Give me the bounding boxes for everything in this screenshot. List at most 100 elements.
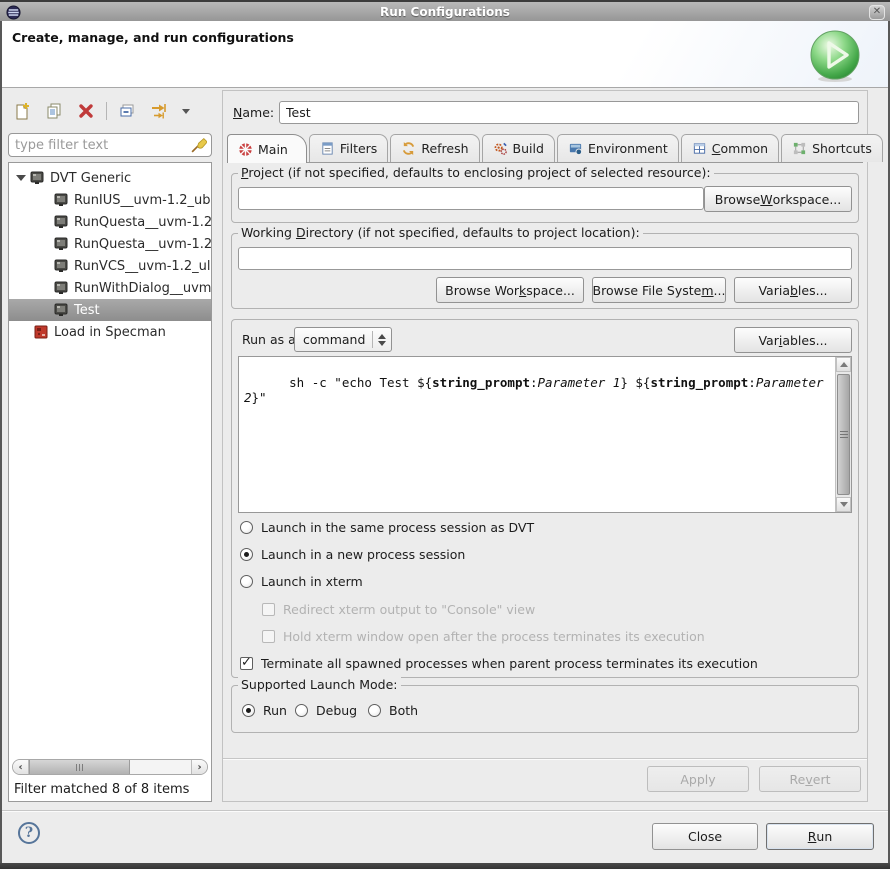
name-input[interactable]	[279, 101, 859, 124]
run-as-combo[interactable]: command	[294, 327, 392, 352]
tab-label: Filters	[340, 141, 377, 156]
revert-button[interactable]: Revert	[759, 766, 861, 792]
command-editor[interactable]: sh -c "echo Test ${string_prompt:Paramet…	[238, 356, 852, 513]
run-as-label: Run as a	[242, 332, 296, 347]
config-icon	[54, 259, 68, 273]
main-tab-icon	[238, 142, 253, 157]
workdir-browse-workspace-button[interactable]: Browse Workspace...	[436, 277, 584, 303]
tree-item[interactable]: RunIUS__uvm-1.2_ub	[9, 189, 211, 211]
checkbox-hold-xterm: Hold xterm window open after the process…	[262, 629, 705, 644]
footer-separator	[2, 810, 888, 811]
scroll-right-icon[interactable]: ›	[191, 760, 207, 774]
apply-button[interactable]: Apply	[647, 766, 749, 792]
tab-label: Main	[258, 142, 288, 157]
tab-build[interactable]: Build	[482, 134, 555, 162]
config-icon	[54, 281, 68, 295]
shortcuts-tab-icon	[792, 141, 807, 156]
config-icon	[54, 237, 68, 251]
run-configurations-icon	[808, 29, 862, 83]
command-variable: string_prompt	[650, 375, 748, 390]
filter-launch-configurations-icon[interactable]	[147, 99, 171, 123]
tab-refresh[interactable]: Refresh	[390, 134, 479, 162]
tab-label: Build	[513, 141, 544, 156]
editor-vertical-scrollbar[interactable]	[835, 357, 851, 512]
tree-item-load-in-specman[interactable]: Load in Specman	[9, 321, 211, 343]
title-bar[interactable]: Run Configurations ✕	[0, 0, 890, 21]
toolbar-menu-chevron-icon[interactable]	[179, 99, 193, 123]
tab-environment[interactable]: Environment	[557, 134, 679, 162]
new-configuration-icon[interactable]	[10, 99, 34, 123]
config-icon	[54, 303, 68, 317]
tree-item[interactable]: RunQuesta__uvm-1.2	[9, 233, 211, 255]
launch-mode-group-label: Supported Launch Mode:	[238, 677, 401, 692]
radio-launch-new-session[interactable]: Launch in a new process session	[240, 547, 465, 562]
close-window-icon[interactable]: ✕	[869, 5, 885, 20]
working-directory-group-label: Working Directory (if not specified, def…	[238, 225, 643, 240]
filter-field-wrap	[8, 133, 212, 157]
working-directory-group: Working Directory (if not specified, def…	[231, 233, 859, 309]
scrollbar-thumb[interactable]	[837, 374, 850, 495]
panel-separator	[223, 758, 867, 759]
project-input[interactable]	[238, 187, 704, 210]
command-text: :	[530, 375, 538, 390]
radio-mode-both[interactable]: Both	[368, 703, 418, 718]
scroll-down-icon[interactable]	[836, 497, 851, 512]
tab-label: Common	[712, 141, 768, 156]
working-directory-input[interactable]	[238, 247, 852, 270]
close-button[interactable]: Close	[652, 823, 758, 850]
scrollbar-thumb[interactable]	[29, 760, 130, 774]
tree-item-label: RunWithDialog__uvm	[74, 281, 211, 296]
combo-spinner-icon[interactable]	[373, 334, 391, 346]
scroll-up-icon[interactable]	[836, 357, 851, 372]
configuration-detail-panel: Name: Main Filters Refresh	[222, 90, 868, 802]
workdir-variables-button[interactable]: Variables...	[734, 277, 852, 303]
workdir-browse-filesystem-button[interactable]: Browse File System...	[592, 277, 726, 303]
config-icon	[54, 193, 68, 207]
radio-label: Run	[263, 703, 287, 718]
clear-filter-broom-icon[interactable]	[190, 137, 207, 154]
command-text: }"	[252, 390, 267, 405]
checkbox-label: Hold xterm window open after the process…	[283, 629, 705, 644]
toolbar-separator	[106, 102, 107, 120]
radio-label: Launch in xterm	[261, 574, 363, 589]
tab-common[interactable]: Common	[681, 134, 779, 162]
collapse-all-icon[interactable]	[115, 99, 139, 123]
tab-label: Refresh	[421, 141, 468, 156]
project-group: Project (if not specified, defaults to e…	[231, 173, 859, 223]
expander-icon[interactable]	[16, 173, 26, 183]
checkbox-redirect-xterm: Redirect xterm output to "Console" view	[262, 602, 535, 617]
radio-icon	[240, 521, 253, 534]
command-variables-button[interactable]: Variables...	[734, 327, 852, 353]
delete-configuration-icon[interactable]	[74, 99, 98, 123]
radio-mode-debug[interactable]: Debug	[295, 703, 357, 718]
tree-item[interactable]: RunVCS__uvm-1.2_ul	[9, 255, 211, 277]
tab-bar: Main Filters Refresh	[227, 134, 863, 163]
duplicate-configuration-icon[interactable]	[42, 99, 66, 123]
command-text: :	[748, 375, 756, 390]
tab-main[interactable]: Main	[227, 134, 307, 163]
checkbox-icon	[262, 603, 275, 616]
tree-horizontal-scrollbar[interactable]: ‹ ›	[12, 759, 208, 775]
tab-shortcuts[interactable]: Shortcuts	[781, 134, 883, 162]
combo-value: command	[303, 332, 365, 347]
build-tab-icon	[493, 141, 508, 156]
radio-launch-same-session[interactable]: Launch in the same process session as DV…	[240, 520, 534, 535]
config-type-icon	[30, 171, 44, 185]
scroll-left-icon[interactable]: ‹	[13, 760, 29, 774]
tree-item[interactable]: RunQuesta__uvm-1.2	[9, 211, 211, 233]
tree-item-dvt-generic[interactable]: DVT Generic	[9, 167, 211, 189]
specman-icon	[34, 325, 48, 339]
radio-icon-selected	[242, 704, 255, 717]
radio-launch-xterm[interactable]: Launch in xterm	[240, 574, 363, 589]
tab-filters[interactable]: Filters	[309, 134, 388, 162]
filter-input[interactable]	[15, 138, 190, 153]
tree-item[interactable]: RunWithDialog__uvm	[9, 277, 211, 299]
tree-item-label: Load in Specman	[54, 325, 166, 340]
checkbox-terminate-spawned[interactable]: Terminate all spawned processes when par…	[240, 656, 758, 671]
run-button[interactable]: Run	[766, 823, 874, 850]
checkbox-label: Redirect xterm output to "Console" view	[283, 602, 535, 617]
project-browse-workspace-button[interactable]: Browse Workspace...	[704, 186, 852, 212]
radio-mode-run[interactable]: Run	[242, 703, 287, 718]
tree-item-selected[interactable]: Test	[9, 299, 211, 321]
help-icon[interactable]: ?	[18, 822, 40, 844]
